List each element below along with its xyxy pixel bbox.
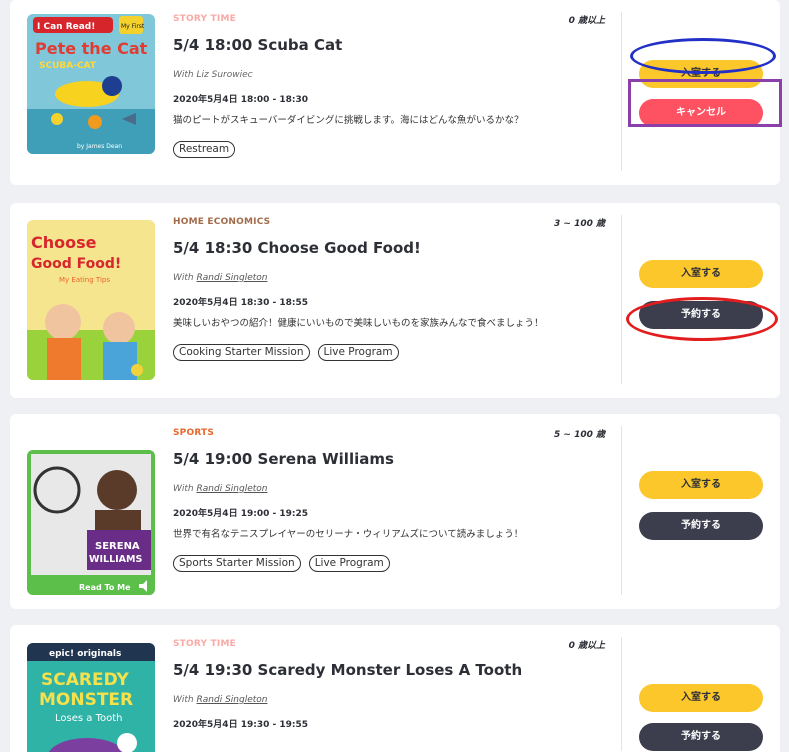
enter-room-button[interactable]: 入室する (639, 471, 763, 499)
event-card: epic! originals SCAREDY MONSTER Loses a … (10, 625, 780, 752)
cover-subtitle: Loses a Tooth (55, 713, 122, 724)
cover-tagline: My Eating Tips (59, 276, 110, 284)
divider (621, 12, 622, 171)
divider (621, 215, 622, 384)
event-datetime: 2020年5月4日 19:30 - 19:55 (173, 720, 309, 730)
tag-list: Cooking Starter Mission Live Program (173, 344, 605, 361)
cover-author: by James Dean (77, 143, 122, 150)
host-link[interactable]: Randi Singleton (197, 484, 268, 494)
host-line: With Liz Surowiec (173, 69, 605, 81)
event-title: 5/4 19:30 Scaredy Monster Loses A Tooth (173, 661, 523, 679)
divider (621, 637, 622, 751)
event-category: SPORTS (173, 428, 215, 438)
enter-room-button[interactable]: 入室する (639, 684, 763, 712)
event-card: SERENA WILLIAMS Read To Me SPORTS 5 ~ 10… (10, 414, 780, 609)
age-range: 3 ~ 100 歳 (554, 219, 605, 229)
book-cover-image[interactable]: Choose Good Food! My Eating Tips (27, 220, 155, 380)
cancel-button[interactable]: キャンセル (639, 99, 763, 127)
event-datetime: 2020年5月4日 18:30 - 18:55 (173, 298, 309, 308)
tag-list: Sports Starter Mission Live Program (173, 555, 605, 572)
event-description: 世界で有名なテニスプレイヤーのセリーナ・ウィリアムズについて読みましょう！ (173, 529, 524, 540)
event-datetime: 2020年5月4日 19:00 - 19:25 (173, 509, 309, 519)
event-card: I Can Read! My First Pete the Cat SCUBA-… (10, 0, 782, 185)
divider (621, 426, 622, 595)
tag-cooking-starter-mission[interactable]: Cooking Starter Mission (173, 344, 310, 361)
host-link[interactable]: Randi Singleton (197, 695, 268, 705)
cover-title: SERENA (95, 541, 140, 552)
tag-restream[interactable]: Restream (173, 141, 236, 158)
cover-title-2: MONSTER (39, 690, 133, 710)
host-line: With Randi Singleton (173, 272, 605, 284)
tag-live-program[interactable]: Live Program (308, 555, 390, 572)
event-title: 5/4 19:00 Serena Williams (173, 450, 394, 468)
age-range: 5 ~ 100 歳 (554, 430, 605, 440)
tag-live-program[interactable]: Live Program (317, 344, 399, 361)
event-title: 5/4 18:30 Choose Good Food! (173, 239, 421, 257)
age-range: 0 歳以上 (568, 641, 605, 651)
event-description: 猫のピートがスキューバーダイビングに挑戦します。海にはどんな魚がいるかな？ (173, 115, 524, 126)
reserve-button[interactable]: 予約する (639, 723, 763, 751)
reserve-button[interactable]: 予約する (639, 301, 763, 329)
event-datetime: 2020年5月4日 18:00 - 18:30 (173, 95, 309, 105)
cover-subtitle: WILLIAMS (89, 554, 142, 565)
host-link[interactable]: Randi Singleton (197, 273, 268, 283)
host-name: Liz Surowiec (196, 70, 253, 80)
with-label: With (173, 273, 194, 283)
scaredy-monster-cover: epic! originals SCAREDY MONSTER Loses a … (27, 643, 155, 752)
read-to-me-label: Read To Me (79, 583, 131, 592)
age-range: 0 歳以上 (568, 16, 605, 26)
cover-title: Pete the Cat (35, 39, 148, 58)
serena-williams-cover: SERENA WILLIAMS Read To Me (27, 450, 155, 595)
book-cover-image[interactable]: I Can Read! My First Pete the Cat SCUBA-… (27, 14, 155, 154)
cover-subtitle: SCUBA-CAT (39, 61, 97, 71)
event-category: HOME ECONOMICS (173, 217, 271, 227)
host-line: With Randi Singleton (173, 694, 605, 706)
with-label: With (173, 70, 194, 80)
enter-room-button[interactable]: 入室する (639, 260, 763, 288)
cover-subtitle: Good Food! (31, 256, 121, 272)
event-category: STORY TIME (173, 639, 236, 649)
cover-series: My First (121, 23, 145, 30)
tag-list: Restream (173, 141, 605, 158)
cover-title: Choose (31, 233, 97, 252)
with-label: With (173, 484, 194, 494)
event-card: Choose Good Food! My Eating Tips HOME EC… (10, 203, 780, 398)
tag-sports-starter-mission[interactable]: Sports Starter Mission (173, 555, 301, 572)
choose-good-food-cover: Choose Good Food! My Eating Tips (27, 220, 155, 380)
enter-room-button[interactable]: 入室する (639, 60, 763, 88)
host-line: With Randi Singleton (173, 483, 605, 495)
cover-title: SCAREDY (41, 670, 129, 690)
book-cover-image[interactable]: epic! originals SCAREDY MONSTER Loses a … (27, 643, 155, 752)
book-cover-image[interactable]: SERENA WILLIAMS Read To Me (27, 450, 155, 595)
with-label: With (173, 695, 194, 705)
pete-the-cat-cover: I Can Read! My First Pete the Cat SCUBA-… (27, 14, 155, 154)
event-category: STORY TIME (173, 14, 236, 24)
reserve-button[interactable]: 予約する (639, 512, 763, 540)
event-title: 5/4 18:00 Scuba Cat (173, 36, 343, 54)
epic-originals-badge: epic! originals (49, 649, 121, 659)
cover-badge: I Can Read! (37, 22, 95, 32)
event-description: 美味しいおやつの紹介！健康にいいもので美味しいものを家族みんなで食べましょう！ (173, 318, 544, 329)
